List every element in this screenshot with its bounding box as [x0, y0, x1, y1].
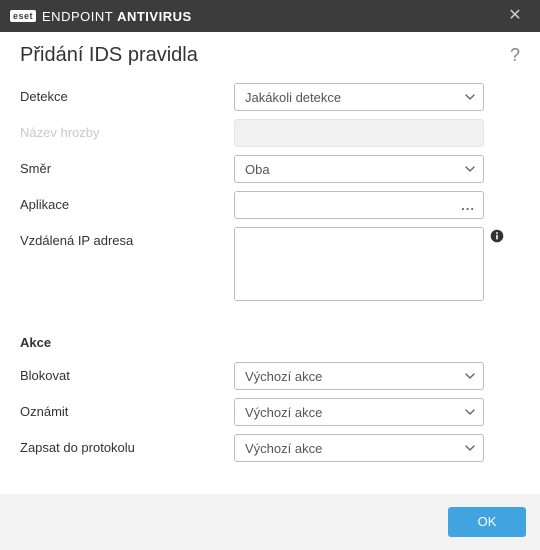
- control-application: ...: [234, 191, 520, 219]
- label-notify: Oznámit: [20, 398, 234, 419]
- select-block-value: Výchozí akce: [245, 369, 322, 384]
- titlebar: eset ENDPOINT ANTIVIRUS ✕: [0, 0, 540, 32]
- textarea-remote-ip[interactable]: [234, 227, 484, 301]
- control-remote-ip: [234, 227, 520, 301]
- row-direction: Směr Oba: [20, 155, 520, 183]
- label-application: Aplikace: [20, 191, 234, 212]
- chevron-down-icon: [465, 94, 475, 100]
- label-log: Zapsat do protokolu: [20, 434, 234, 455]
- control-threat-name: [234, 119, 520, 147]
- chevron-down-icon: [465, 373, 475, 379]
- browse-icon[interactable]: ...: [461, 198, 475, 213]
- footer: OK: [0, 494, 540, 550]
- help-icon[interactable]: ?: [510, 45, 520, 66]
- row-block: Blokovat Výchozí akce: [20, 362, 520, 390]
- input-threat-name: [234, 119, 484, 147]
- close-icon[interactable]: ✕: [500, 0, 530, 32]
- label-direction: Směr: [20, 155, 234, 176]
- page-title: Přidání IDS pravidla: [20, 44, 510, 67]
- control-notify: Výchozí akce: [234, 398, 520, 426]
- chevron-down-icon: [465, 166, 475, 172]
- select-notify[interactable]: Výchozí akce: [234, 398, 484, 426]
- row-notify: Oznámit Výchozí akce: [20, 398, 520, 426]
- select-log-value: Výchozí akce: [245, 441, 322, 456]
- row-application: Aplikace ...: [20, 191, 520, 219]
- brand-badge: eset: [10, 10, 36, 22]
- row-remote-ip: Vzdálená IP adresa: [20, 227, 520, 301]
- ok-button[interactable]: OK: [448, 507, 526, 537]
- select-direction-value: Oba: [245, 162, 270, 177]
- input-application[interactable]: ...: [234, 191, 484, 219]
- window-title-light: ENDPOINT: [42, 9, 117, 24]
- window-title-bold: ANTIVIRUS: [117, 9, 192, 24]
- control-direction: Oba: [234, 155, 520, 183]
- select-direction[interactable]: Oba: [234, 155, 484, 183]
- control-log: Výchozí akce: [234, 434, 520, 462]
- label-remote-ip: Vzdálená IP adresa: [20, 227, 234, 248]
- row-threat-name: Název hrozby: [20, 119, 520, 147]
- select-block[interactable]: Výchozí akce: [234, 362, 484, 390]
- row-log: Zapsat do protokolu Výchozí akce: [20, 434, 520, 462]
- window-title: ENDPOINT ANTIVIRUS: [42, 9, 192, 24]
- control-block: Výchozí akce: [234, 362, 520, 390]
- content: Přidání IDS pravidla ? Detekce Jakákoli …: [0, 32, 540, 476]
- label-threat-name: Název hrozby: [20, 119, 234, 140]
- label-detection: Detekce: [20, 83, 234, 104]
- section-actions-heading: Akce: [20, 335, 520, 350]
- select-detection-value: Jakákoli detekce: [245, 90, 341, 105]
- control-detection: Jakákoli detekce: [234, 83, 520, 111]
- select-detection[interactable]: Jakákoli detekce: [234, 83, 484, 111]
- heading-row: Přidání IDS pravidla ?: [20, 44, 520, 67]
- info-icon[interactable]: [490, 229, 504, 246]
- chevron-down-icon: [465, 409, 475, 415]
- select-notify-value: Výchozí akce: [245, 405, 322, 420]
- label-block: Blokovat: [20, 362, 234, 383]
- row-detection: Detekce Jakákoli detekce: [20, 83, 520, 111]
- select-log[interactable]: Výchozí akce: [234, 434, 484, 462]
- chevron-down-icon: [465, 445, 475, 451]
